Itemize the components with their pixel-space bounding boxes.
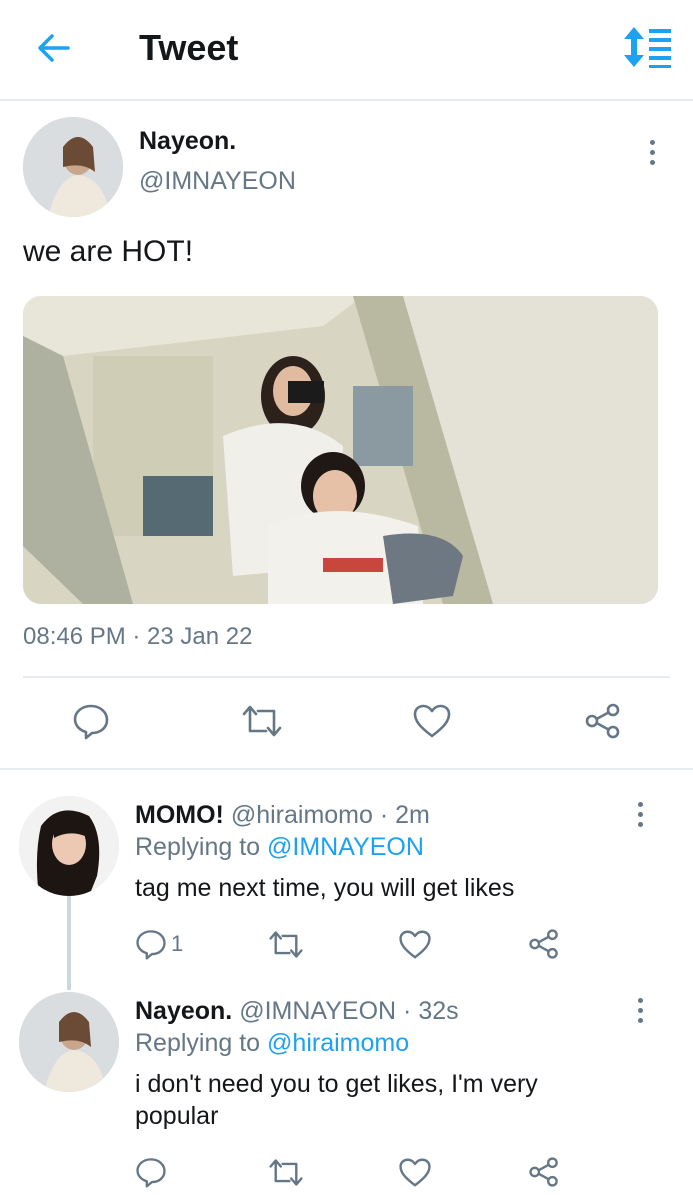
reply-header: MOMO! @hiraimomo · 2m [135,801,430,830]
reply-author-name[interactable]: Nayeon. [135,997,232,1025]
tweet-photo[interactable] [23,296,658,604]
replying-to-mention[interactable]: @hiraimomo [267,1029,409,1057]
replying-to-mention[interactable]: @IMNAYEON [267,833,424,861]
author-name[interactable]: Nayeon. [139,127,236,156]
more-dots-icon [637,997,643,1003]
avatar-image [23,117,123,217]
tweet-text: we are HOT! [23,235,194,268]
like-button[interactable] [412,699,452,743]
more-options-button[interactable] [628,990,652,1030]
retweet-icon [269,930,303,958]
more-options-button[interactable] [640,132,664,172]
replying-to-label: Replying to [135,833,261,861]
arrow-left-icon [38,34,70,62]
reply-icon [136,930,166,960]
tweet-actions [0,699,693,743]
reply-actions: 1 [0,922,693,966]
more-dots-icon [649,139,655,145]
replying-to: Replying to @hiraimomo [135,1029,409,1058]
retweet-button[interactable] [268,922,304,966]
retweet-icon [242,705,282,737]
reply-text: tag me next time, you will get likes [135,874,515,902]
avatar[interactable] [23,117,123,217]
photo-image [23,296,658,604]
avatar-image [19,796,119,896]
avatar[interactable] [19,796,119,896]
avatar[interactable] [19,992,119,1092]
share-icon [529,1157,558,1187]
like-button[interactable] [398,922,432,966]
reply-time: · 32s [403,997,459,1025]
author-handle[interactable]: @IMNAYEON [139,167,296,196]
reply-button[interactable]: 1 [135,922,183,966]
retweet-button[interactable] [268,1150,304,1194]
reply-author-handle[interactable]: @IMNAYEON [239,997,396,1025]
reply-author-name[interactable]: MOMO! [135,801,224,829]
avatar-image [19,992,119,1092]
page-title: Tweet [139,27,239,68]
section-divider [0,768,693,770]
top-bar: Tweet [0,0,693,101]
retweet-icon [269,1158,303,1186]
reply-text: i don't need you to get likes, I'm very … [135,1070,538,1130]
more-dots-icon [637,801,643,807]
reply-count: 1 [171,931,184,956]
like-icon [413,704,451,738]
replying-to-label: Replying to [135,1029,261,1057]
tweet-timestamp: 08:46 PM · 23 Jan 22 [23,623,253,650]
reply-button[interactable] [135,1150,167,1194]
sort-replies-button[interactable] [619,25,675,69]
back-button[interactable] [32,27,74,69]
share-icon [585,703,620,739]
reply-actions [0,1150,693,1194]
like-button[interactable] [398,1150,432,1194]
reply-author-handle[interactable]: @hiraimomo [231,801,373,829]
reply-time: · 2m [379,801,430,829]
share-icon [529,929,558,959]
like-icon [399,930,431,958]
share-button[interactable] [528,922,560,966]
share-button[interactable] [528,1150,560,1194]
reply-icon [73,704,109,740]
retweet-button[interactable] [241,699,283,743]
reply-header: Nayeon. @IMNAYEON · 32s [135,997,459,1026]
replying-to: Replying to @IMNAYEON [135,833,424,862]
like-icon [399,1158,431,1186]
divider [23,676,670,678]
share-button[interactable] [584,699,622,743]
more-options-button[interactable] [628,794,652,834]
reply-icon [136,1158,166,1188]
reply-button[interactable] [72,699,110,743]
sort-lines-icon [624,27,671,68]
